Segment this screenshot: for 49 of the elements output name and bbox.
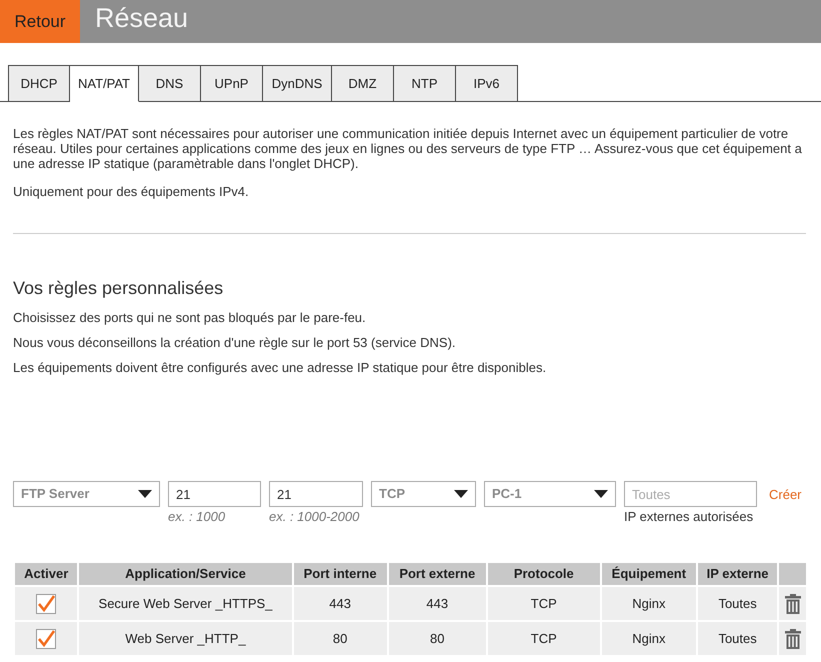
caret-icon [138,490,152,498]
column-header: Protocole [488,563,600,585]
tab[interactable]: IPv6 [456,65,518,102]
input-field[interactable]: Toutes [624,481,757,507]
note-text: Choisissez des ports qui ne sont pas bloqués par le pare-feu. [13,310,367,325]
note-text: Nous vous déconseillons la création d'une règle sur le port 53 (service DNS). [13,335,457,350]
column-header: IP externe [698,563,778,585]
intro-paragraph: Les règles NAT/PAT sont nécessaires pour autoriser une communication initiée depuis Internet avec un équipement particulier de votre réseau. Utiles pour certaines applications comme des jeux en lignes ou des serveurs de type FTP … Assurez-vous que cet équipement a une adresse IP statique (paramètrable dans l'onglet DHCP). [13,126,803,171]
table-cell: 443 [388,587,486,620]
trash-icon[interactable] [784,628,801,648]
table-cell: Nginx [602,587,696,620]
column-header: Port externe [388,563,486,585]
input-field[interactable]: 21 [168,481,261,507]
page-title: Réseau [95,5,188,35]
column-header: Équipement [602,563,696,585]
back-button[interactable]: Retour [0,0,80,43]
tab[interactable]: DMZ [332,65,394,102]
table-cell: Toutes [698,622,778,655]
table-cell: 443 [294,587,387,620]
note-text: Les équipements doivent être configurés avec une adresse IP statique pour être disponibles. [13,360,548,375]
tab[interactable]: NTP [394,65,456,102]
column-header [779,563,806,585]
table-cell: Secure Web Server _HTTPS_ [79,587,292,620]
table-cell: Nginx [602,622,696,655]
field-label: IP externes autorisées [624,509,754,524]
field-hint: ex. : 1000 [168,509,226,524]
input-field[interactable]: 21 [269,481,363,507]
caret-icon [594,490,608,498]
field-hint: ex. : 1000-2000 [269,509,360,524]
table-cell: 80 [294,622,387,655]
table-cell: Toutes [698,587,778,620]
tab[interactable]: UPnP [201,65,263,102]
table-cell: TCP [488,587,600,620]
tab[interactable]: DNS [139,65,201,102]
tab[interactable]: NAT/PAT [70,65,139,102]
column-header: Port interne [294,563,387,585]
checkbox[interactable] [36,594,56,614]
checkbox[interactable] [36,628,56,648]
intro-paragraph: Uniquement pour des équipements IPv4. [13,184,250,199]
column-header: Activer [15,563,78,585]
table-cell: TCP [488,622,600,655]
caret-icon [454,490,468,498]
table-cell: Web Server _HTTP_ [79,622,292,655]
tab[interactable]: DHCP [8,65,70,102]
table-cell: 80 [388,622,486,655]
section-title: Vos règles personnalisées [13,278,224,298]
tab[interactable]: DynDNS [263,65,332,102]
trash-icon[interactable] [784,594,801,614]
column-header: Application/Service [79,563,292,585]
